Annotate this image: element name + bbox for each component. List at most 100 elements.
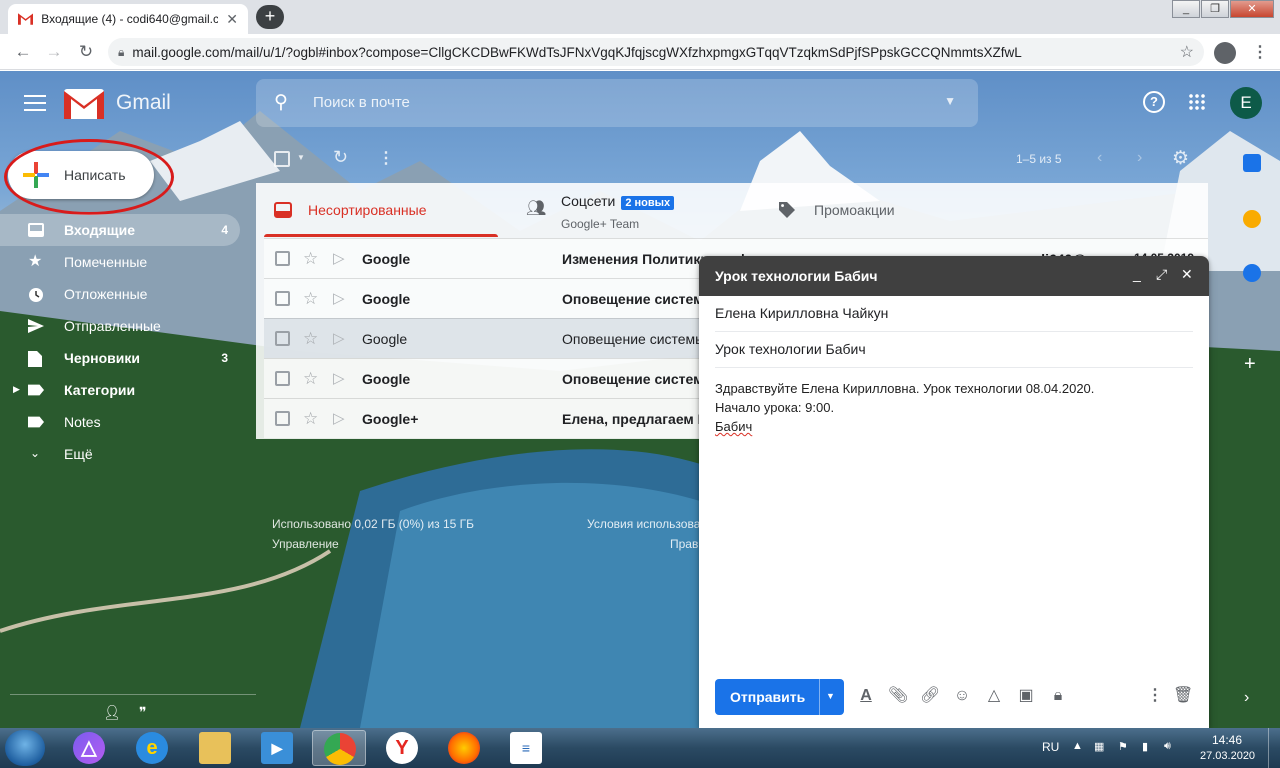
next-page-icon[interactable]: › xyxy=(1137,149,1142,167)
tasks-icon[interactable] xyxy=(1243,264,1261,282)
star-icon[interactable]: ☆ xyxy=(303,249,318,269)
bookmark-star-icon[interactable]: ☆ xyxy=(1180,42,1194,62)
recipients-field[interactable]: Елена Кирилловна Чайкун xyxy=(715,296,1193,332)
sidebar-item-more[interactable]: ⌄ Ещё xyxy=(0,438,240,470)
back-icon[interactable]: ← xyxy=(12,41,34,63)
important-marker-icon[interactable]: ▷ xyxy=(333,329,345,347)
expand-panel-icon[interactable]: › xyxy=(1244,689,1249,707)
taskbar-media[interactable]: ▶ xyxy=(250,730,304,766)
refresh-icon[interactable]: ↻ xyxy=(333,147,348,168)
close-window-button[interactable]: ✕ xyxy=(1230,0,1274,18)
tray-expand-icon[interactable]: ▲ xyxy=(1072,740,1086,754)
sidebar-item-sent[interactable]: Отправленные xyxy=(0,310,240,342)
browser-tab[interactable]: Входящие (4) - codi640@gmail.c ✕ xyxy=(8,4,248,34)
taskbar-ie[interactable]: e xyxy=(125,730,179,766)
browser-menu-icon[interactable]: ⋮ xyxy=(1252,42,1268,62)
important-marker-icon[interactable]: ▷ xyxy=(333,369,345,387)
settings-gear-icon[interactable]: ⚙ xyxy=(1172,147,1189,170)
taskbar-chrome[interactable] xyxy=(312,730,366,766)
sidebar-item-inbox[interactable]: Входящие 4 xyxy=(0,214,240,246)
clock-date[interactable]: 27.03.2020 xyxy=(1200,750,1255,762)
start-button[interactable] xyxy=(5,730,45,766)
search-input[interactable]: Поиск в почте xyxy=(313,94,410,111)
sidebar-item-categories[interactable]: ▶ Категории xyxy=(0,374,240,406)
tab-social[interactable]: 👥︎ Соцсети 2 новых Google+ Team xyxy=(508,183,758,237)
address-bar[interactable]: 🔒︎ mail.google.com/mail/u/1/?ogbl#inbox?… xyxy=(108,38,1204,66)
discard-trash-icon[interactable]: 🗑︎ xyxy=(1173,686,1193,706)
search-bar[interactable]: ⚲ Поиск в почте ▼ xyxy=(256,79,978,127)
signal-icon[interactable]: ▮ xyxy=(1142,740,1156,754)
schedule-send-icon[interactable]: ▼ xyxy=(826,691,835,701)
search-icon[interactable]: ⚲ xyxy=(274,91,288,114)
minimize-compose-icon[interactable]: _ xyxy=(1133,266,1141,282)
contacts-icon[interactable]: 👤︎ xyxy=(103,704,121,720)
sidebar-item-drafts[interactable]: Черновики 3 xyxy=(0,342,240,374)
tab-promotions[interactable]: Промоакции xyxy=(760,183,1010,237)
taskbar-firefox[interactable] xyxy=(437,730,491,766)
emoji-icon[interactable]: ☺ xyxy=(952,686,972,706)
apps-grid-icon[interactable] xyxy=(1188,93,1206,111)
network-device-icon[interactable]: ▦ xyxy=(1094,740,1108,754)
important-marker-icon[interactable]: ▷ xyxy=(333,249,345,267)
privacy-link[interactable]: Прав xyxy=(670,537,698,551)
fullscreen-compose-icon[interactable]: ⤢ xyxy=(1156,266,1167,283)
subject-field[interactable]: Урок технологии Бабич xyxy=(715,332,1193,368)
row-checkbox[interactable] xyxy=(275,331,290,346)
confidential-mode-icon[interactable]: 🔒︎ xyxy=(1048,686,1068,706)
select-all-checkbox[interactable] xyxy=(274,151,290,167)
new-tab-button[interactable]: + xyxy=(256,5,284,29)
select-dropdown-icon[interactable]: ▼ xyxy=(297,153,305,162)
prev-page-icon[interactable]: ‹ xyxy=(1097,149,1102,167)
manage-storage-link[interactable]: Управление xyxy=(272,537,339,551)
star-icon[interactable]: ☆ xyxy=(303,409,318,429)
account-avatar[interactable]: E xyxy=(1230,87,1262,119)
browser-profile-icon[interactable] xyxy=(1214,42,1236,64)
calendar-icon[interactable] xyxy=(1243,154,1261,172)
row-checkbox[interactable] xyxy=(275,251,290,266)
close-compose-icon[interactable]: ✕ xyxy=(1181,266,1193,283)
sidebar-item-snoozed[interactable]: Отложенные xyxy=(0,278,240,310)
tab-close-icon[interactable]: ✕ xyxy=(226,11,238,28)
action-center-flag-icon[interactable]: ⚑ xyxy=(1118,740,1132,754)
more-actions-icon[interactable]: ⋮ xyxy=(378,148,394,168)
important-marker-icon[interactable]: ▷ xyxy=(333,409,345,427)
show-desktop-button[interactable] xyxy=(1268,728,1280,768)
clock-time[interactable]: 14:46 xyxy=(1212,733,1242,747)
insert-photo-icon[interactable]: ▣ xyxy=(1016,686,1036,706)
drive-icon[interactable]: △ xyxy=(984,686,1004,706)
forward-icon[interactable]: → xyxy=(43,41,65,63)
message-body[interactable]: Здравствуйте Елена Кирилловна. Урок техн… xyxy=(715,379,1094,436)
volume-icon[interactable]: 🔊︎ xyxy=(1164,740,1178,754)
search-options-icon[interactable]: ▼ xyxy=(944,94,956,108)
attach-icon[interactable]: 📎︎ xyxy=(888,686,908,706)
add-addon-icon[interactable]: + xyxy=(1244,353,1256,376)
sidebar-item-starred[interactable]: ★ Помеченные xyxy=(0,246,240,278)
row-checkbox[interactable] xyxy=(275,291,290,306)
tab-primary[interactable]: Несортированные xyxy=(256,183,506,237)
reload-icon[interactable]: ↻ xyxy=(75,41,97,63)
taskbar-alice[interactable]: △ xyxy=(62,730,116,766)
expand-caret-icon[interactable]: ▶ xyxy=(13,384,20,395)
keep-icon[interactable] xyxy=(1243,210,1261,228)
maximize-button[interactable]: ❐ xyxy=(1201,0,1229,18)
taskbar-explorer[interactable] xyxy=(188,730,242,766)
taskbar-writer[interactable]: ≡ xyxy=(499,730,553,766)
minimize-button[interactable]: _ xyxy=(1172,0,1200,18)
star-icon[interactable]: ☆ xyxy=(303,329,318,349)
compose-header[interactable]: Урок технологии Бабич _ ⤢ ✕ xyxy=(699,256,1209,296)
sidebar-item-notes[interactable]: Notes xyxy=(0,406,240,438)
star-icon[interactable]: ☆ xyxy=(303,289,318,309)
link-icon[interactable]: 🔗︎ xyxy=(920,686,940,706)
important-marker-icon[interactable]: ▷ xyxy=(333,289,345,307)
formatting-icon[interactable]: A xyxy=(856,686,876,706)
send-button[interactable]: Отправить ▼ xyxy=(715,679,844,715)
row-checkbox[interactable] xyxy=(275,371,290,386)
star-icon[interactable]: ☆ xyxy=(303,369,318,389)
row-checkbox[interactable] xyxy=(275,411,290,426)
language-indicator[interactable]: RU xyxy=(1042,740,1059,754)
taskbar-yandex[interactable]: Y xyxy=(375,730,429,766)
main-menu-icon[interactable] xyxy=(24,95,46,111)
help-icon[interactable]: ? xyxy=(1143,91,1165,113)
hangouts-icon[interactable]: ❞ xyxy=(139,704,155,720)
more-options-icon[interactable]: ⋮ xyxy=(1145,686,1165,706)
